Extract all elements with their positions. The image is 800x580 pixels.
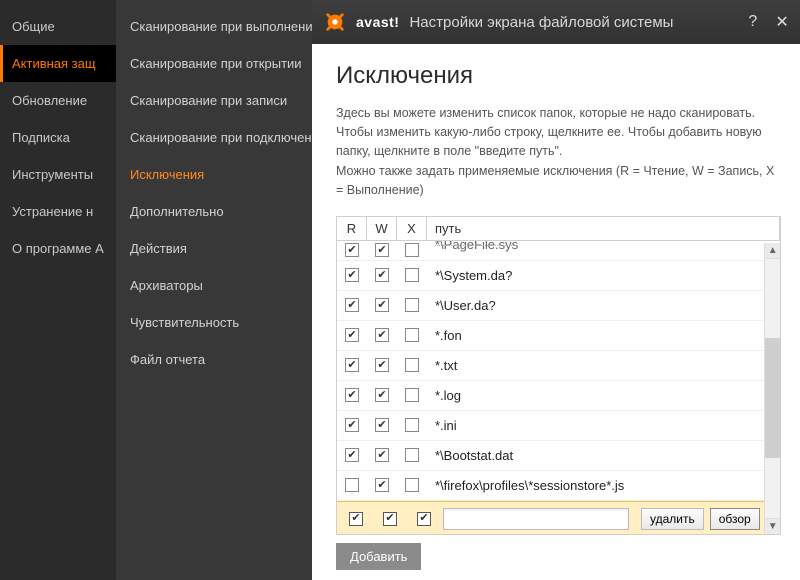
primary-sidebar: ОбщиеАктивная защОбновлениеПодпискаИнстр… (0, 0, 116, 580)
checkbox[interactable] (345, 243, 359, 257)
checkbox[interactable] (375, 243, 389, 257)
secondary-nav-item[interactable]: Дополнительно (116, 193, 312, 230)
checkbox[interactable] (405, 478, 419, 492)
checkbox[interactable] (375, 328, 389, 342)
checkbox[interactable] (405, 358, 419, 372)
brand-text: avast! (356, 14, 399, 30)
table-row[interactable]: *\User.da? (337, 291, 764, 321)
titlebar: avast! Настройки экрана файловой системы… (312, 0, 800, 44)
path-cell: *.txt (427, 358, 764, 373)
primary-nav-item[interactable]: Общие (0, 8, 116, 45)
table-row[interactable]: *\Bootstat.dat (337, 441, 764, 471)
description-line-2: Можно также задать применяемые исключени… (336, 162, 781, 200)
page-heading: Исключения (336, 62, 781, 90)
secondary-nav-item[interactable]: Действия (116, 230, 312, 267)
table-body: *\PageFile.sys *\System.da? *\User.da? *.fo… (337, 241, 780, 534)
path-cell: *.log (427, 388, 764, 403)
browse-button[interactable]: обзор (710, 508, 760, 530)
scroll-down-arrow-icon[interactable]: ▼ (765, 518, 781, 534)
checkbox[interactable] (345, 418, 359, 432)
checkbox[interactable] (405, 268, 419, 282)
secondary-sidebar: Сканирование при выполненииСканирование … (116, 0, 312, 580)
checkbox[interactable] (375, 298, 389, 312)
secondary-nav-item[interactable]: Сканирование при записи (116, 82, 312, 119)
table-row[interactable]: *.fon (337, 321, 764, 351)
table-row[interactable]: *.log (337, 381, 764, 411)
secondary-nav-item[interactable]: Сканирование при выполнении (116, 8, 312, 45)
main-panel: avast! Настройки экрана файловой системы… (312, 0, 800, 580)
checkbox[interactable] (375, 388, 389, 402)
primary-nav-item[interactable]: Устранение н (0, 193, 116, 230)
primary-nav-item[interactable]: Активная защ (0, 45, 116, 82)
checkbox[interactable] (345, 268, 359, 282)
secondary-nav-item[interactable]: Сканирование при открытии (116, 45, 312, 82)
secondary-nav-item[interactable]: Архиваторы (116, 267, 312, 304)
primary-nav-item[interactable]: Подписка (0, 119, 116, 156)
checkbox[interactable] (345, 298, 359, 312)
checkbox[interactable] (345, 448, 359, 462)
col-w: W (367, 217, 397, 240)
checkbox[interactable] (345, 388, 359, 402)
path-cell: *\firefox\profiles\*sessionstore*.js (427, 478, 764, 493)
path-input[interactable] (443, 508, 629, 530)
scroll-up-arrow-icon[interactable]: ▲ (765, 243, 781, 259)
path-cell: *.ini (427, 418, 764, 433)
add-button[interactable]: Добавить (336, 543, 421, 570)
checkbox[interactable] (405, 328, 419, 342)
primary-nav-item[interactable]: Инструменты (0, 156, 116, 193)
table-row[interactable]: *.txt (337, 351, 764, 381)
edit-row: удалить обзор (337, 501, 764, 534)
path-cell: *\User.da? (427, 298, 764, 313)
delete-button[interactable]: удалить (641, 508, 704, 530)
path-cell: *.fon (427, 328, 764, 343)
content-area: Исключения Здесь вы можете изменить спис… (312, 44, 800, 580)
checkbox[interactable] (345, 328, 359, 342)
col-r: R (337, 217, 367, 240)
checkbox[interactable] (405, 448, 419, 462)
checkbox[interactable] (383, 512, 397, 526)
table-header: R W X путь (337, 217, 780, 241)
path-cell: *\System.da? (427, 268, 764, 283)
path-cell: *\PageFile.sys (427, 241, 764, 252)
secondary-nav-item[interactable]: Чувствительность (116, 304, 312, 341)
help-button[interactable]: ? (744, 13, 761, 31)
exclusions-table: R W X путь *\PageFile.sys *\System.da? *\U… (336, 216, 781, 535)
path-cell: *\Bootstat.dat (427, 448, 764, 463)
checkbox[interactable] (345, 358, 359, 372)
checkbox[interactable] (349, 512, 363, 526)
checkbox[interactable] (375, 418, 389, 432)
checkbox[interactable] (405, 298, 419, 312)
checkbox[interactable] (405, 388, 419, 402)
checkbox[interactable] (405, 418, 419, 432)
close-button[interactable]: ✕ (771, 12, 792, 32)
checkbox[interactable] (417, 512, 431, 526)
table-row[interactable]: *\PageFile.sys (337, 241, 764, 261)
col-x: X (397, 217, 427, 240)
vertical-scrollbar[interactable]: ▲ ▼ (764, 243, 780, 534)
checkbox[interactable] (375, 478, 389, 492)
table-row[interactable]: *\firefox\profiles\*sessionstore*.js (337, 471, 764, 501)
checkbox[interactable] (375, 358, 389, 372)
table-row[interactable]: *.ini (337, 411, 764, 441)
primary-nav-item[interactable]: Обновление (0, 82, 116, 119)
table-row[interactable]: *\System.da? (337, 261, 764, 291)
scroll-thumb[interactable] (765, 338, 780, 458)
secondary-nav-item[interactable]: Сканирование при подключении (116, 119, 312, 156)
checkbox[interactable] (405, 243, 419, 257)
secondary-nav-item[interactable]: Файл отчета (116, 341, 312, 378)
checkbox[interactable] (345, 478, 359, 492)
checkbox[interactable] (375, 268, 389, 282)
col-path: путь (427, 217, 780, 240)
avast-logo-icon (324, 11, 346, 33)
primary-nav-item[interactable]: О программе A (0, 230, 116, 267)
window-title: Настройки экрана файловой системы (409, 14, 673, 31)
secondary-nav-item[interactable]: Исключения (116, 156, 312, 193)
description-line-1: Здесь вы можете изменить список папок, к… (336, 104, 781, 160)
checkbox[interactable] (375, 448, 389, 462)
